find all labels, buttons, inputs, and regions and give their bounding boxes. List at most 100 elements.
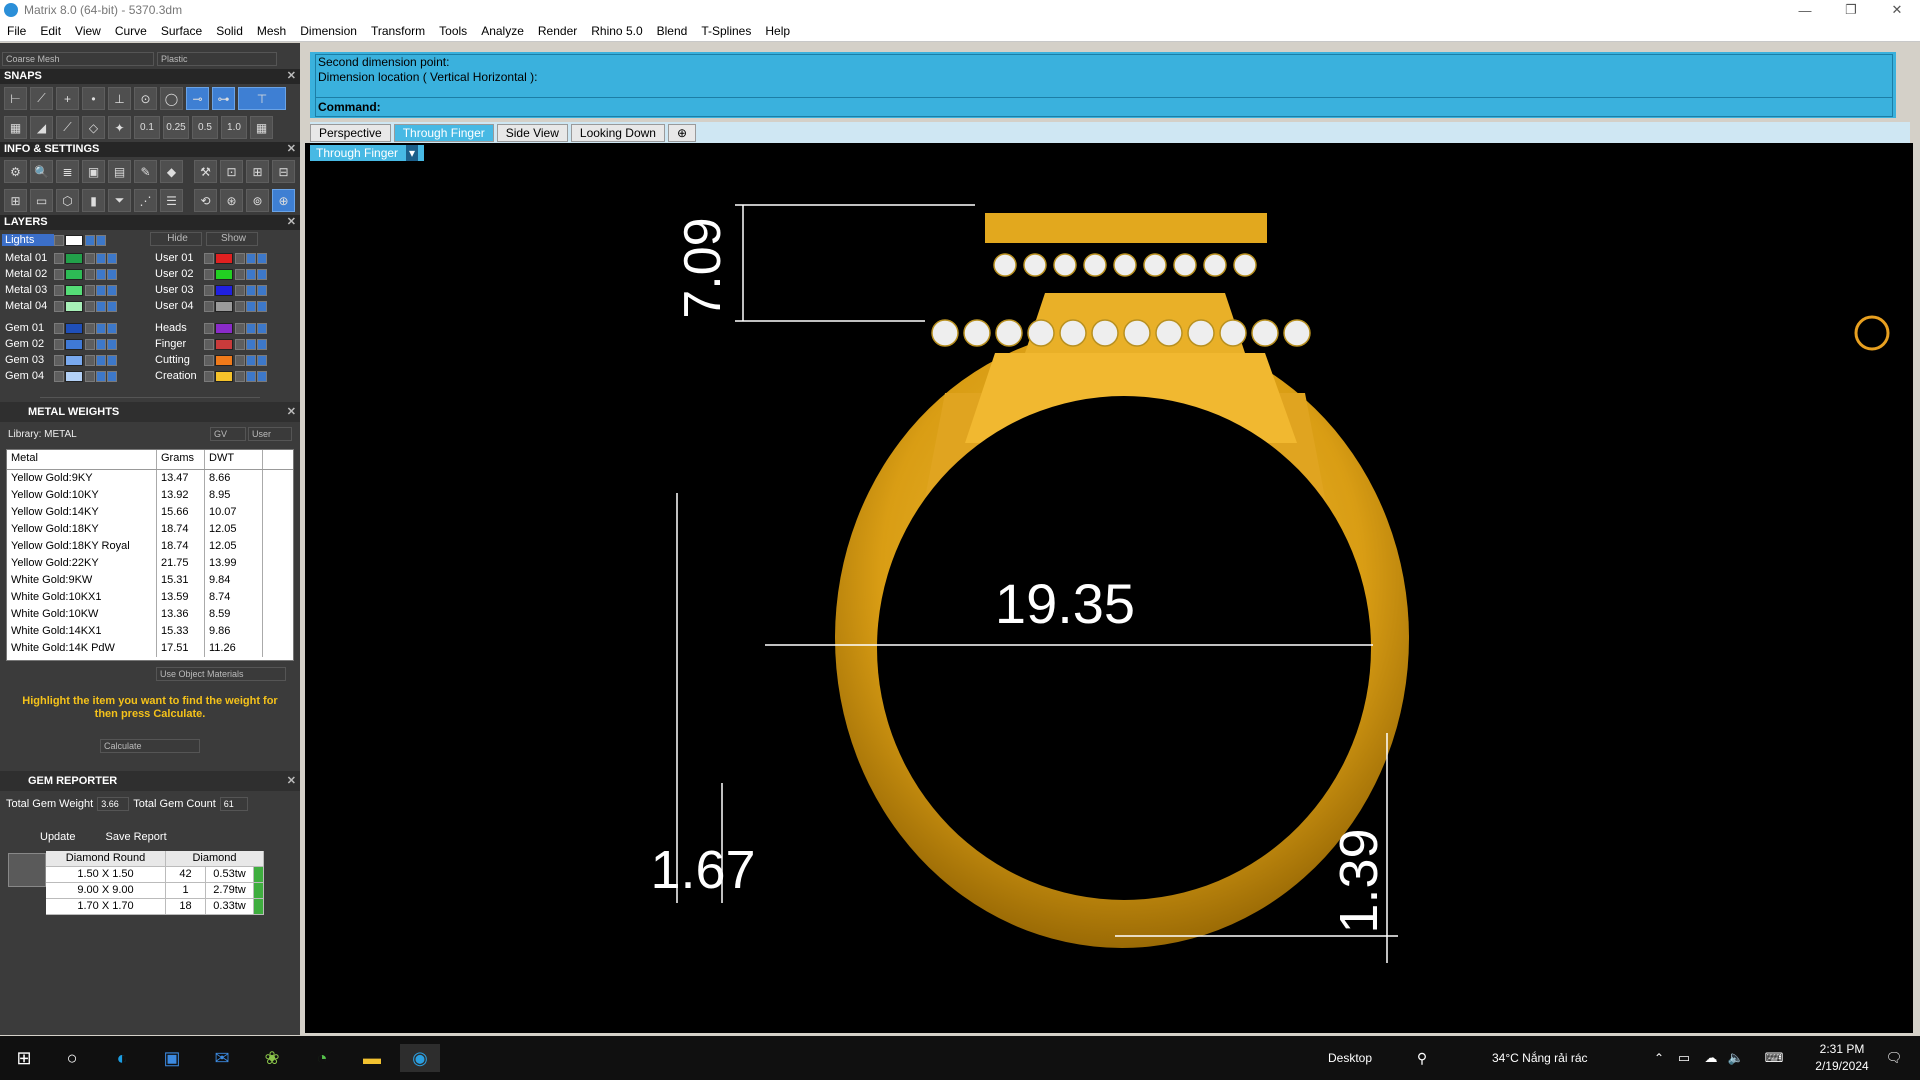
- menu-solid[interactable]: Solid: [209, 24, 250, 38]
- layer-select-icon[interactable]: [257, 338, 267, 350]
- layer-row[interactable]: Creation: [152, 368, 292, 384]
- table-row[interactable]: Yellow Gold:9KY 13.47 8.66: [7, 470, 293, 487]
- onedrive-icon[interactable]: ☁: [1697, 1044, 1725, 1072]
- layer-vis-icon[interactable]: [246, 370, 256, 382]
- layer-row[interactable]: Finger: [152, 336, 292, 352]
- tab-add[interactable]: ⊕: [667, 124, 697, 142]
- layer-color-swatch[interactable]: [65, 322, 83, 334]
- menu-tools[interactable]: Tools: [432, 24, 474, 38]
- layer-color-swatch[interactable]: [215, 284, 233, 296]
- col-dwt[interactable]: DWT: [205, 450, 263, 469]
- layer-vis-icon[interactable]: [246, 354, 256, 366]
- notification-icon[interactable]: 🗨: [1880, 1044, 1908, 1072]
- layer-color-swatch[interactable]: [215, 370, 233, 382]
- layer-select-icon[interactable]: [257, 252, 267, 264]
- layer-arrow-icon[interactable]: [204, 354, 214, 366]
- menu-analyze[interactable]: Analyze: [474, 24, 531, 38]
- layer-vis-icon[interactable]: [246, 252, 256, 264]
- search-icon[interactable]: ○: [58, 1044, 86, 1072]
- layer-arrow-icon[interactable]: [54, 354, 64, 366]
- layer-name[interactable]: Heads: [152, 322, 204, 334]
- layer-arrow-icon[interactable]: [204, 284, 214, 296]
- tool-c-icon[interactable]: ⊞: [246, 160, 269, 183]
- layer-select-icon[interactable]: [107, 284, 117, 296]
- menu-help[interactable]: Help: [758, 24, 797, 38]
- layer-row[interactable]: Metal 04: [2, 298, 152, 314]
- layer-select-icon[interactable]: [107, 354, 117, 366]
- tab-looking-down[interactable]: Looking Down: [570, 124, 665, 142]
- layer-lock-icon[interactable]: [85, 234, 95, 246]
- layer-select-icon[interactable]: [257, 370, 267, 382]
- menu-file[interactable]: File: [0, 24, 33, 38]
- snap-grid2-icon[interactable]: ▦: [250, 116, 273, 139]
- layer-arrow-icon[interactable]: [54, 284, 64, 296]
- layer-color-swatch[interactable]: [215, 252, 233, 264]
- snap-int-icon[interactable]: ⊶: [212, 87, 235, 110]
- layer-arrow-icon[interactable]: [204, 300, 214, 312]
- layer-arrow-icon[interactable]: [204, 252, 214, 264]
- menu-edit[interactable]: Edit: [33, 24, 68, 38]
- layer-lights[interactable]: Lights: [2, 234, 54, 246]
- menu-render[interactable]: Render: [531, 24, 584, 38]
- layer-lock-icon[interactable]: [235, 354, 245, 366]
- layer-lock-icon[interactable]: [85, 252, 95, 264]
- ring-gizmo-icon[interactable]: [1854, 315, 1890, 351]
- layer-select-icon[interactable]: [257, 354, 267, 366]
- menu-surface[interactable]: Surface: [154, 24, 209, 38]
- snap-value-01[interactable]: 0.1: [134, 116, 160, 139]
- layer-row[interactable]: User 01: [152, 250, 292, 266]
- layer-arrow-icon[interactable]: [54, 300, 64, 312]
- menu-curve[interactable]: Curve: [108, 24, 154, 38]
- gem-table[interactable]: Diamond Round Diamond 1.50 X 1.50 42 0.53t…: [46, 851, 264, 915]
- layer-arrow-icon[interactable]: [54, 268, 64, 280]
- gem-go-icon[interactable]: [254, 899, 264, 914]
- layer-row[interactable]: Heads: [152, 320, 292, 336]
- layer-color-swatch[interactable]: [65, 300, 83, 312]
- layer-select-icon[interactable]: [257, 322, 267, 334]
- layer-row[interactable]: User 02: [152, 266, 292, 282]
- layer-name[interactable]: Metal 04: [2, 300, 54, 312]
- layer-color-swatch[interactable]: [215, 354, 233, 366]
- layer-name[interactable]: User 04: [152, 300, 204, 312]
- layer-lock-icon[interactable]: [85, 338, 95, 350]
- show-button[interactable]: Show: [206, 232, 258, 246]
- gem-row[interactable]: 9.00 X 9.00 1 2.79tw: [46, 883, 264, 899]
- table-row[interactable]: Yellow Gold:18KY Royal 18.74 12.05: [7, 538, 293, 555]
- layer-arrow-icon[interactable]: [204, 370, 214, 382]
- layer-color[interactable]: [65, 234, 83, 246]
- restore-button[interactable]: ❐: [1828, 0, 1874, 20]
- layer-vis-icon[interactable]: [96, 234, 106, 246]
- layer-name[interactable]: User 02: [152, 268, 204, 280]
- layer-name[interactable]: User 01: [152, 252, 204, 264]
- snap-near-icon[interactable]: ⟋: [30, 87, 53, 110]
- snap-quad-icon[interactable]: ◯: [160, 87, 183, 110]
- table-row[interactable]: Yellow Gold:14KY 15.66 10.07: [7, 504, 293, 521]
- snap-value-05[interactable]: 0.5: [192, 116, 218, 139]
- hide-button[interactable]: Hide: [150, 232, 202, 246]
- folder-icon[interactable]: ▬: [358, 1044, 386, 1072]
- gem-icon[interactable]: ◆: [160, 160, 183, 183]
- menu-mesh[interactable]: Mesh: [250, 24, 293, 38]
- viewport-label[interactable]: Through Finger ▾: [310, 145, 425, 161]
- layer-row[interactable]: Metal 02: [2, 266, 152, 282]
- tool-h-icon[interactable]: ⊕: [272, 189, 295, 212]
- menu-transform[interactable]: Transform: [364, 24, 432, 38]
- osnap-icon[interactable]: ◇: [82, 116, 105, 139]
- col-metal[interactable]: Metal: [7, 450, 157, 469]
- chevron-down-icon[interactable]: ▾: [406, 145, 419, 161]
- layer-vis-icon[interactable]: [246, 284, 256, 296]
- app2-icon[interactable]: ◔: [308, 1044, 336, 1072]
- layer-row[interactable]: Metal 03: [2, 282, 152, 298]
- table-row[interactable]: White Gold:10KX1 13.59 8.74: [7, 589, 293, 606]
- layer-vis-icon[interactable]: [246, 322, 256, 334]
- ortho-icon[interactable]: ◢: [30, 116, 53, 139]
- table-row[interactable]: White Gold:14KX1 15.33 9.86: [7, 623, 293, 640]
- settings-icon[interactable]: ⚙: [4, 160, 27, 183]
- layer-select-icon[interactable]: [257, 268, 267, 280]
- layer-name[interactable]: Gem 02: [2, 338, 54, 350]
- grid4-icon[interactable]: ⊞: [4, 189, 27, 212]
- layer-lock-icon[interactable]: [235, 268, 245, 280]
- tool-e-icon[interactable]: ⟲: [194, 189, 217, 212]
- layer-vis-icon[interactable]: [246, 338, 256, 350]
- minimize-button[interactable]: —: [1782, 0, 1828, 20]
